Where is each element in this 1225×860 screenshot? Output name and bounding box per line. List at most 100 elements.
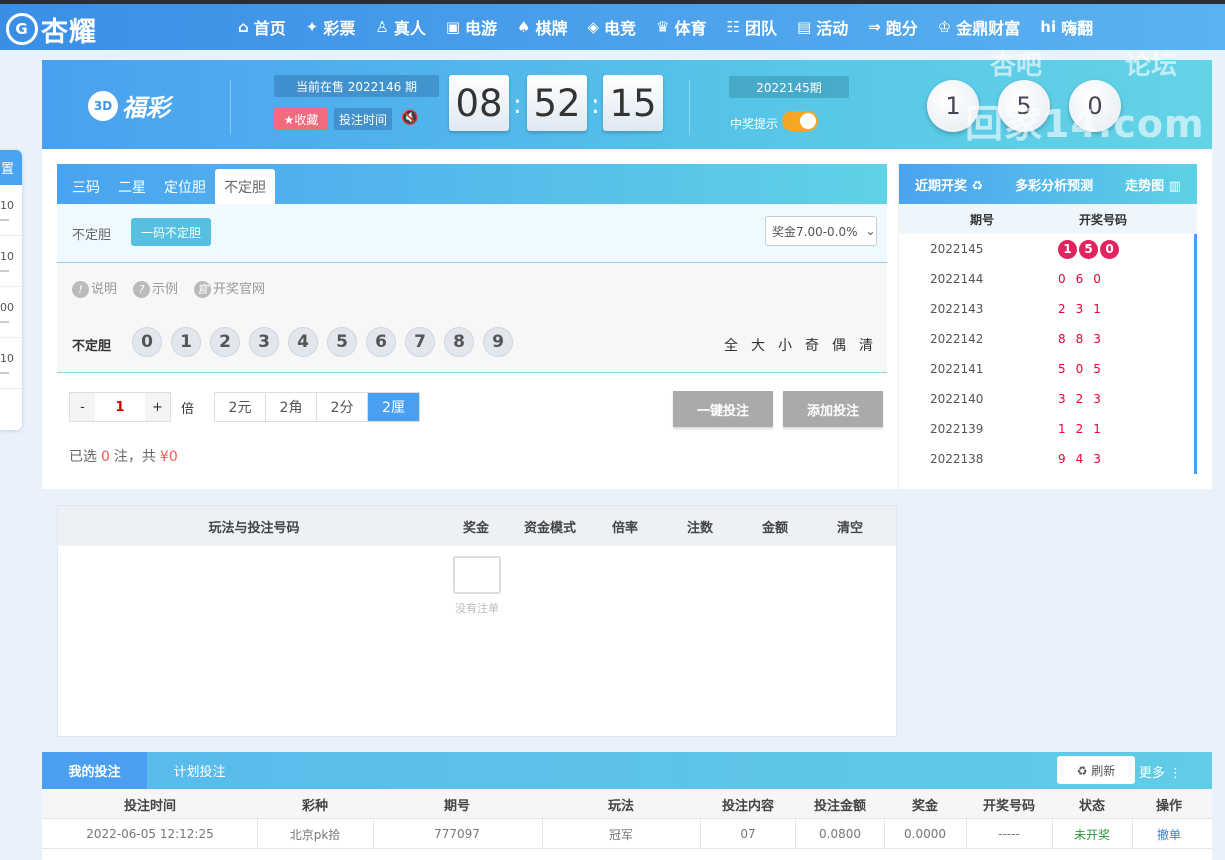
sub-play-option[interactable]: 一码不定胆 (131, 218, 211, 246)
table-cell: 07 (740, 827, 756, 841)
favorite-button[interactable]: ★收藏 (274, 108, 328, 130)
bet-time-button[interactable]: 投注时间 (334, 108, 392, 130)
selection-summary: 已选 0 注，共 ¥0 (69, 446, 182, 466)
quick-select-button[interactable]: 奇 (805, 335, 819, 355)
tab-plan-bets[interactable]: 计划投注 (147, 752, 252, 789)
quick-select-button[interactable]: 大 (751, 335, 765, 355)
column-divider (884, 819, 885, 849)
table-cell: 0.0800 (819, 827, 861, 841)
nav-item[interactable]: ♛ 体育 (656, 15, 706, 39)
column-divider (373, 819, 374, 849)
win-hint-toggle[interactable] (782, 111, 818, 131)
side-settings-panel[interactable]: 置 10 10 00 10 (0, 150, 22, 430)
cart-col-header[interactable]: 清空 (837, 517, 863, 536)
help-link-official[interactable]: 官开奖官网 (194, 278, 265, 298)
draw-digit: 3 (1093, 332, 1101, 346)
money-unit-option[interactable]: 2元 (215, 393, 267, 421)
nav-item[interactable]: ♠ 棋牌 (517, 15, 567, 39)
nav-item[interactable]: ▤ 活动 (797, 15, 848, 39)
one-click-bet-button[interactable]: 一键投注 (673, 391, 773, 427)
draw-row: 2022138 9 4 3 (899, 444, 1194, 474)
brand-logo[interactable]: G 杏耀 (6, 10, 97, 48)
more-button[interactable]: 更多 ⋮ (1139, 762, 1182, 781)
play-tab[interactable]: 三码 (63, 170, 109, 204)
number-ball[interactable]: 9 (483, 327, 513, 357)
draw-issue: 2022142 (930, 332, 984, 346)
lottery-name: 福彩 (122, 94, 170, 122)
table-row: 2022-06-05 12:12:25 北京pk拾 777097 冠军 07 0.0800… (42, 819, 1212, 849)
draw-digit: 2 (1075, 422, 1084, 436)
money-unit-option[interactable]: 2厘 (368, 393, 420, 421)
nav-item[interactable]: hi 嗨翻 (1040, 15, 1093, 39)
side-row: 10 (0, 338, 22, 389)
play-tab[interactable]: 定位胆 (155, 170, 215, 204)
table-cell[interactable]: 撤单 (1157, 819, 1181, 849)
help-link-example[interactable]: ? 示例 (133, 278, 178, 298)
home-icon: ⌂ (238, 18, 249, 36)
tab-analysis[interactable]: 多彩分析预测 (1015, 175, 1093, 194)
tab-trend-chart[interactable]: 走势图 ▥ (1125, 175, 1181, 194)
number-ball[interactable]: 4 (288, 327, 318, 357)
number-ball[interactable]: 5 (327, 327, 357, 357)
gamepad-icon: ◈ (587, 18, 600, 36)
quick-select-button[interactable]: 清 (859, 335, 873, 355)
cart-col-header: 玩法与投注号码 (208, 520, 300, 536)
cards-icon: ♠ (517, 18, 531, 36)
draw-issue: 2022139 (930, 422, 984, 436)
top-nav: G 杏耀 ⌂ 首页 ✦ 彩票 ♙ 真人 ▣ 电游 ♠ 棋牌 ◈ 电竞 ♛ 体育 ☷ 团队 ▤ 活动 ⇒ 跑分 ♔ 金鼎财富… (0, 0, 1225, 50)
my-bets-col-header: 奖金 (911, 798, 939, 814)
draw-digit: 0 (1100, 239, 1119, 259)
tab-recent-draws[interactable]: 近期开奖 ♻ (915, 175, 983, 194)
quick-select-button[interactable]: 小 (778, 335, 792, 355)
selected-amount: ¥0 (159, 449, 178, 465)
number-ball[interactable]: 2 (210, 327, 240, 357)
prize-select[interactable]: 奖金7.00-0.0% ⌄ (765, 216, 877, 246)
number-ball[interactable]: 8 (444, 327, 474, 357)
play-tab[interactable]: 不定胆 (215, 169, 275, 204)
nav-item[interactable]: ♙ 真人 (375, 15, 425, 39)
plus-button[interactable]: + (145, 393, 170, 421)
person-icon: ♙ (375, 18, 389, 36)
nav-item[interactable]: ◈ 电竞 (588, 15, 637, 39)
number-ball[interactable]: 3 (249, 327, 279, 357)
quick-select-button[interactable]: 偶 (832, 335, 846, 355)
money-unit-option[interactable]: 2角 (266, 393, 318, 421)
number-row-label: 不定胆 (72, 339, 112, 354)
quick-select-button[interactable]: 全 (724, 335, 738, 355)
nav-item-label: 真人 (393, 19, 426, 38)
nav-item[interactable]: ⌂ 首页 (238, 15, 286, 39)
nav-item[interactable]: ⇒ 跑分 (868, 15, 918, 39)
money-unit-option[interactable]: 2分 (317, 393, 369, 421)
nav-item[interactable]: ▣ 电游 (446, 15, 497, 39)
my-bets-panel: 我的投注 计划投注 ♻ 刷新 更多 ⋮ 投注时间 彩种 期号 玩法 投注内容 投注金额 奖金… (42, 752, 1212, 860)
draw-code: 150 (1009, 239, 1119, 259)
number-ball[interactable]: 1 (171, 327, 201, 357)
column-divider (257, 819, 258, 849)
slot-machine-icon: ▣ (445, 18, 461, 36)
multiple-input[interactable]: 1 (95, 393, 145, 421)
number-ball[interactable]: 0 (132, 327, 162, 357)
refresh-button[interactable]: ♻ 刷新 (1057, 756, 1135, 784)
last-issue: 2022145期 (729, 76, 849, 98)
my-bets-tabs: 我的投注 计划投注 ♻ 刷新 更多 ⋮ (42, 752, 1212, 789)
nav-item[interactable]: ☷ 团队 (727, 15, 777, 39)
nav-item-label: 嗨翻 (1061, 19, 1094, 38)
multiple-stepper: - 1 + (69, 392, 171, 422)
nav-item[interactable]: ♔ 金鼎财富 (938, 15, 1020, 39)
mute-icon[interactable]: 🔇 (401, 110, 418, 126)
ticket-icon: ✦ (305, 18, 319, 36)
help-link-info[interactable]: ! 说明 (72, 278, 117, 298)
nav-item[interactable]: ✦ 彩票 (306, 15, 356, 39)
draw-list[interactable]: 2022145 1 5 0 2022144 0 6 0 2022143 2 3 1 2022142 8 8 3… (899, 234, 1197, 474)
tab-my-bets[interactable]: 我的投注 (42, 752, 147, 789)
add-bet-button[interactable]: 添加投注 (783, 391, 883, 427)
official-icon: 官 (194, 281, 212, 298)
minus-button[interactable]: - (70, 393, 95, 421)
nav-item-label: 团队 (744, 19, 777, 38)
number-ball[interactable]: 7 (405, 327, 435, 357)
number-ball[interactable]: 6 (366, 327, 396, 357)
draw-digit: 5 (1058, 362, 1066, 376)
play-tab[interactable]: 二星 (109, 170, 155, 204)
selected-count: 0 (101, 449, 110, 465)
play-panel: 三码 二星 定位胆 不定胆 不定胆 一码不定胆 奖金7.00-0.0% ⌄ ! 说明 ?… (57, 164, 887, 374)
